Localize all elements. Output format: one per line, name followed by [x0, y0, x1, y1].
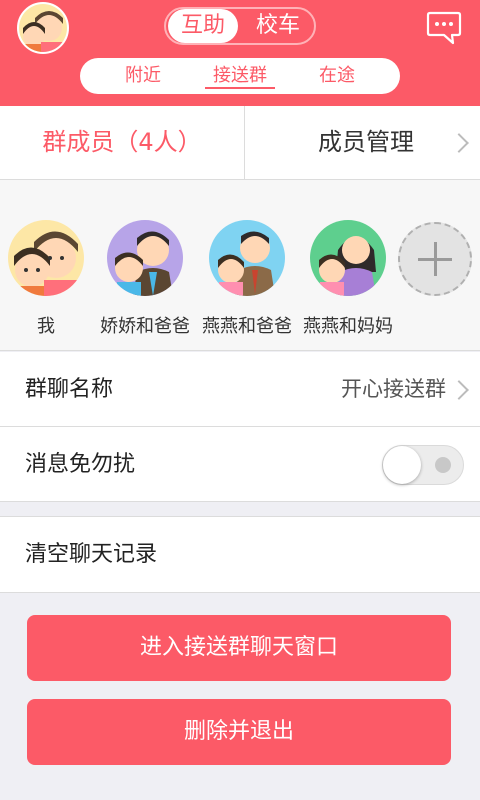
chevron-right-icon	[449, 133, 469, 153]
member-name: 燕燕和爸爸	[202, 316, 292, 337]
member-name: 娇娇和爸爸	[100, 316, 190, 337]
segment-huzhu[interactable]: 互助	[168, 9, 238, 43]
add-member-button[interactable]	[398, 222, 472, 296]
mute-toggle[interactable]	[382, 445, 464, 485]
mute-row: 消息免勿扰	[0, 427, 480, 502]
divider	[0, 592, 480, 593]
chevron-right-icon	[449, 380, 469, 400]
member-name: 我	[37, 316, 55, 337]
members-bar: 群成员（4人） 成员管理	[0, 106, 480, 180]
member-avatar	[209, 220, 285, 296]
clear-history-row[interactable]: 清空聊天记录	[0, 517, 480, 592]
chat-bubble-icon[interactable]	[426, 9, 462, 45]
tab-on-the-way[interactable]: 在途	[302, 58, 372, 94]
app-header: 互助 校车 附近 接送群 在途	[0, 0, 480, 106]
member-avatar	[8, 220, 84, 296]
group-name-label: 群聊名称	[25, 377, 114, 402]
member-item[interactable]: 燕燕和妈妈	[298, 220, 398, 338]
divider	[0, 501, 480, 502]
member-management-link[interactable]: 成员管理	[318, 106, 414, 179]
mute-label: 消息免勿扰	[25, 452, 136, 477]
user-avatar[interactable]	[17, 2, 69, 54]
member-item[interactable]: 我	[0, 220, 96, 338]
group-name-row[interactable]: 群聊名称 开心接送群	[0, 352, 480, 427]
toggle-knob	[383, 446, 421, 484]
member-item[interactable]: 娇娇和爸爸	[95, 220, 195, 338]
enter-chat-button[interactable]: 进入接送群聊天窗口	[27, 615, 451, 681]
group-name-value: 开心接送群	[341, 377, 446, 401]
member-item[interactable]: 燕燕和爸爸	[197, 220, 297, 338]
members-count[interactable]: 群成员（4人）	[0, 106, 245, 179]
member-avatar	[310, 220, 386, 296]
mode-switch: 互助 校车	[164, 7, 316, 45]
sub-tabs: 附近 接送群 在途	[80, 58, 400, 94]
clear-history-label: 清空聊天记录	[25, 542, 158, 567]
toggle-off-indicator	[435, 457, 451, 473]
tab-pickup-group[interactable]: 接送群	[205, 58, 275, 94]
member-name: 燕燕和妈妈	[303, 316, 393, 337]
delete-exit-button[interactable]: 删除并退出	[27, 699, 451, 765]
member-avatar	[107, 220, 183, 296]
tab-nearby[interactable]: 附近	[108, 58, 178, 94]
segment-xiaoche[interactable]: 校车	[242, 9, 314, 43]
